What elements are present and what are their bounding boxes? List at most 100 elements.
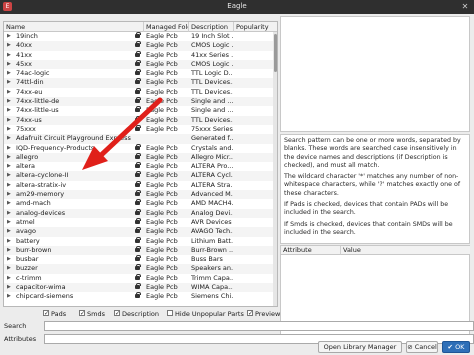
table-row[interactable]: ▶ altera Eagle Pcb ALTERA Pro...: [4, 162, 273, 171]
table-row[interactable]: ▶ 45xx Eagle Pcb CMOS Logic ...: [4, 59, 273, 70]
table-row[interactable]: ▶ 74xx-us Eagle Pcb TTL Devices...: [4, 115, 273, 125]
library-name: atmel: [16, 217, 35, 226]
table-row[interactable]: ▶ analog-devices Eagle Pcb Analog Devi...: [4, 208, 273, 218]
lock-icon: [135, 152, 141, 159]
column-header-attribute[interactable]: Attribute: [281, 246, 341, 255]
table-row[interactable]: ▶ atmel Eagle Pcb AVR Devices: [4, 217, 273, 227]
lock-icon: [135, 59, 141, 66]
library-description: 41xx Series ...: [191, 50, 233, 59]
expand-arrow-icon[interactable]: ▶: [7, 190, 11, 199]
expand-arrow-icon[interactable]: ▶: [7, 125, 11, 134]
table-row[interactable]: ▶ allegro Eagle Pcb Allegro Micr...: [4, 152, 273, 163]
expand-arrow-icon[interactable]: ▶: [7, 292, 11, 301]
table-row[interactable]: ▶ capacitor-wima Eagle Pcb WIMA Capa...: [4, 283, 273, 293]
column-header-description[interactable]: Description: [189, 22, 234, 32]
description-label: Description: [122, 310, 160, 318]
lock-icon: [135, 236, 141, 243]
description-checkbox[interactable]: ✓ Description: [114, 310, 159, 319]
scrollbar-thumb[interactable]: [274, 34, 277, 72]
table-row[interactable]: ▶ 74xx-eu Eagle Pcb TTL Devices...: [4, 87, 273, 97]
library-description: Burr-Brown ...: [191, 245, 233, 254]
table-row[interactable]: ▶ Adafruit Circuit Playground Express Gene…: [4, 134, 273, 144]
managed-folder: Eagle Pcb: [146, 152, 178, 161]
managed-folder: Eagle Pcb: [146, 255, 178, 264]
filter-options: ✓ Pads ✓ Smds ✓ Description Hide Unpopular …: [3, 310, 280, 319]
smds-checkbox[interactable]: ✓ Smds: [79, 310, 105, 319]
expand-arrow-icon[interactable]: ▶: [7, 134, 11, 143]
lock-icon: [135, 32, 141, 38]
expand-arrow-icon[interactable]: ▶: [7, 171, 11, 180]
library-name: allegro: [16, 152, 39, 161]
table-row[interactable]: ▶ IQD-Frequency-Products Eagle Pcb Crystals…: [4, 143, 273, 153]
open-library-manager-button[interactable]: Open Library Manager: [318, 341, 402, 353]
expand-arrow-icon[interactable]: ▶: [7, 32, 11, 41]
expand-arrow-icon[interactable]: ▶: [7, 153, 11, 162]
expand-arrow-icon[interactable]: ▶: [7, 144, 11, 153]
close-icon[interactable]: ✕: [460, 2, 470, 12]
column-header-value[interactable]: Value: [341, 246, 470, 255]
checkmark-icon: ✓: [247, 310, 254, 317]
table-row[interactable]: ▶ am29-memory Eagle Pcb Advanced M...: [4, 190, 273, 200]
expand-arrow-icon[interactable]: ▶: [7, 69, 11, 78]
expand-arrow-icon[interactable]: ▶: [7, 227, 11, 236]
library-name: 45xx: [16, 59, 32, 68]
expand-arrow-icon[interactable]: ▶: [7, 106, 11, 115]
table-row[interactable]: ▶ burr-brown Eagle Pcb Burr-Brown ...: [4, 245, 273, 256]
expand-arrow-icon[interactable]: ▶: [7, 237, 11, 246]
pads-checkbox[interactable]: ✓ Pads: [43, 310, 66, 319]
cancel-button[interactable]: ⊘ Cancel: [406, 341, 438, 353]
table-row[interactable]: ▶ 19inch Eagle Pcb 19 Inch Slot ...: [4, 32, 273, 41]
expand-arrow-icon[interactable]: ▶: [7, 209, 11, 218]
table-row[interactable]: ▶ 74ac-logic Eagle Pcb TTL Logic D...: [4, 69, 273, 78]
library-name: IQD-Frequency-Products: [16, 143, 95, 152]
expand-arrow-icon[interactable]: ▶: [7, 264, 11, 273]
expand-arrow-icon[interactable]: ▶: [7, 116, 11, 125]
table-row[interactable]: ▶ busbar Eagle Pcb Buss Bars: [4, 255, 273, 264]
expand-arrow-icon[interactable]: ▶: [7, 218, 11, 227]
table-row[interactable]: ▶ 41xx Eagle Pcb 41xx Series ...: [4, 50, 273, 60]
hide-unpopular-checkbox[interactable]: Hide Unpopular Parts: [167, 310, 244, 319]
column-header-popularity[interactable]: Popularity: [234, 22, 277, 32]
expand-arrow-icon[interactable]: ▶: [7, 97, 11, 106]
table-row[interactable]: ▶ battery Eagle Pcb Lithium Batt...: [4, 236, 273, 246]
table-row[interactable]: ▶ altera-cyclone-II Eagle Pcb ALTERA Cycl..…: [4, 171, 273, 181]
table-row[interactable]: ▶ c-trimm Eagle Pcb Trimm Capa...: [4, 273, 273, 283]
table-row[interactable]: ▶ avago Eagle Pcb AVAGO Tech...: [4, 227, 273, 237]
table-row[interactable]: ▶ 74xx-little-de Eagle Pcb Single and ...: [4, 97, 273, 107]
expand-arrow-icon[interactable]: ▶: [7, 41, 11, 50]
expand-arrow-icon[interactable]: ▶: [7, 255, 11, 264]
expand-arrow-icon[interactable]: ▶: [7, 283, 11, 292]
managed-folder: Eagle Pcb: [146, 264, 178, 273]
expand-arrow-icon[interactable]: ▶: [7, 181, 11, 190]
lock-icon: [135, 208, 141, 215]
library-name: busbar: [16, 255, 39, 264]
expand-arrow-icon[interactable]: ▶: [7, 78, 11, 87]
expand-arrow-icon[interactable]: ▶: [7, 246, 11, 255]
expand-arrow-icon[interactable]: ▶: [7, 162, 11, 171]
table-row[interactable]: ▶ altera-stratix-iv Eagle Pcb ALTERA Stra..…: [4, 180, 273, 190]
lock-icon: [135, 106, 141, 113]
expand-arrow-icon[interactable]: ▶: [7, 274, 11, 283]
table-row[interactable]: ▶ 74xx-little-us Eagle Pcb Single and ...: [4, 106, 273, 115]
library-description: TTL Devices...: [191, 87, 233, 96]
library-description: Lithium Batt...: [191, 236, 233, 245]
expand-arrow-icon[interactable]: ▶: [7, 199, 11, 208]
table-row[interactable]: ▶ 75xxx Eagle Pcb 75xxx Series...: [4, 124, 273, 134]
column-header-name[interactable]: Name: [4, 22, 144, 32]
table-row[interactable]: ▶ buzzer Eagle Pcb Speakers an...: [4, 264, 273, 274]
preview-checkbox[interactable]: ✓ Preview: [247, 310, 280, 319]
table-row[interactable]: ▶ chipcard-siemens Eagle Pcb Siemens Chi...: [4, 292, 273, 301]
column-header-managed-folder[interactable]: Managed Folder: [144, 22, 189, 32]
search-input[interactable]: [44, 321, 474, 331]
library-description: TTL Devices...: [191, 115, 233, 124]
table-row[interactable]: ▶ 74ttl-din Eagle Pcb TTL Devices...: [4, 78, 273, 88]
expand-arrow-icon[interactable]: ▶: [7, 88, 11, 97]
library-name: buzzer: [16, 264, 38, 273]
library-description: WIMA Capa...: [191, 283, 233, 292]
expand-arrow-icon[interactable]: ▶: [7, 60, 11, 69]
table-scrollbar[interactable]: [273, 32, 277, 306]
table-row[interactable]: ▶ amd-mach Eagle Pcb AMD MACH4...: [4, 199, 273, 208]
ok-button[interactable]: ✔ OK: [442, 341, 470, 353]
expand-arrow-icon[interactable]: ▶: [7, 51, 11, 60]
table-row[interactable]: ▶ 40xx Eagle Pcb CMOS Logic ...: [4, 41, 273, 51]
